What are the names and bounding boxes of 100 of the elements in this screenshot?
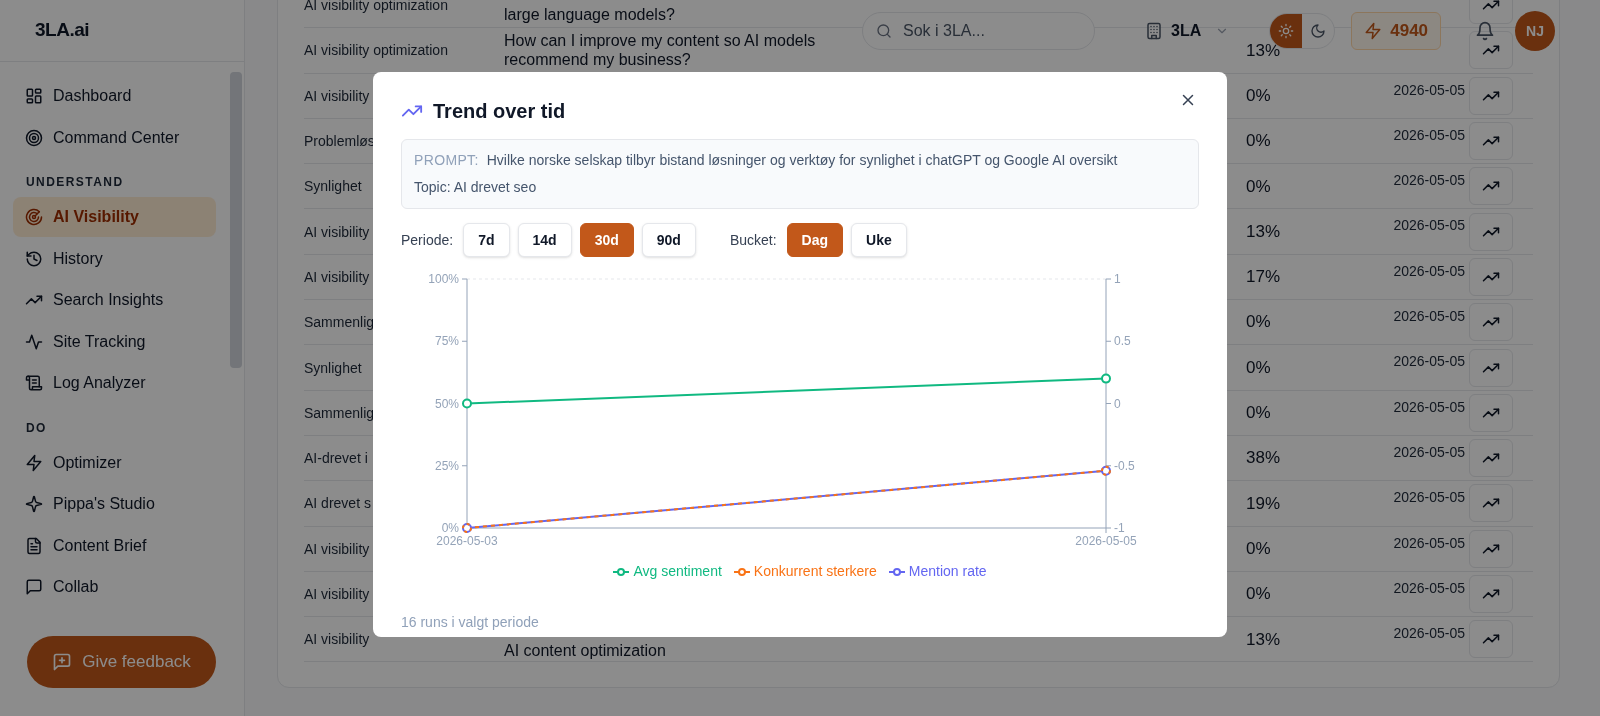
sidebar-item[interactable]: History <box>13 238 216 279</box>
trend-button[interactable] <box>1469 348 1513 387</box>
table-cell-text: 2026-05-05 <box>1393 261 1465 281</box>
filter-label: Bucket: <box>729 230 777 250</box>
pulse-icon <box>25 332 43 351</box>
sidebar-item[interactable]: Command Center <box>13 117 216 158</box>
bell-icon <box>1475 21 1496 41</box>
axis-label: 2026-05-03 <box>436 534 498 548</box>
period-button[interactable]: 90d <box>641 223 696 257</box>
axis-label: 0% <box>441 521 459 535</box>
section-heading: UNDERSTAND <box>25 174 125 191</box>
bucket-button[interactable]: Uke <box>851 223 907 257</box>
sidebar-item[interactable]: Search Insights <box>13 280 216 320</box>
axis-label: 2026-05-05 <box>1075 534 1137 548</box>
trend-button[interactable] <box>1469 212 1513 251</box>
radar-icon <box>25 208 43 226</box>
data-point <box>462 398 472 409</box>
data-point <box>1101 373 1111 384</box>
table-cell: AI visibility <box>304 268 370 285</box>
data-point <box>462 523 472 533</box>
section-heading: DO <box>25 419 48 437</box>
table-cell-text: 2026-05-05 <box>1393 488 1465 508</box>
axis-label: -1 <box>1114 521 1125 535</box>
table-cell-text: large language models? <box>504 5 676 25</box>
search-icon <box>876 23 892 39</box>
sidebar-item[interactable]: Pippa's Studio <box>13 484 216 524</box>
legend-label: Mention rate <box>908 562 987 581</box>
table-cell: 0% <box>1246 584 1271 604</box>
table-cell-text: 2026-05-05 <box>1393 352 1465 372</box>
sun-icon <box>1278 23 1295 39</box>
table-cell-text: 2026-05-05 <box>1393 624 1465 644</box>
table-cell: AI visibility optimization <box>304 0 448 14</box>
trend-button[interactable] <box>1469 76 1513 115</box>
dashboard-icon <box>25 87 43 105</box>
table-cell: Sammenlig <box>304 404 375 421</box>
trend-button[interactable] <box>1469 620 1513 659</box>
table-cell: 13% <box>1246 40 1281 60</box>
table-cell: AI-drevet i <box>304 450 368 467</box>
sidebar-item[interactable]: AI Visibility <box>13 197 216 237</box>
table-cell: 19% <box>1246 493 1281 513</box>
table-cell-text: 2026-05-05 <box>1393 80 1465 100</box>
trend-button[interactable] <box>1469 257 1513 296</box>
trend-button[interactable] <box>1469 575 1513 613</box>
table-cell-text: 2026-05-05 <box>1393 533 1465 553</box>
table-cell: AI visibility <box>304 586 370 602</box>
table-cell: Synlighet <box>304 359 362 376</box>
history-icon <box>25 249 43 268</box>
legend-label: Avg sentiment <box>633 562 722 581</box>
sidebar-item[interactable]: Site Tracking <box>13 321 216 362</box>
table-cell-text: 2026-05-05 <box>1393 171 1465 191</box>
trend-button[interactable] <box>1469 484 1513 523</box>
sidebar-item[interactable]: Collab <box>13 567 216 607</box>
axis-label: 100% <box>428 272 459 286</box>
target-icon <box>25 128 43 147</box>
table-cell: AI visibility <box>304 540 370 557</box>
table-cell: 38% <box>1246 448 1281 468</box>
logo: 3LA.ai <box>35 18 90 43</box>
sidebar-item[interactable]: Log Analyzer <box>13 363 216 403</box>
prompt-label: PROMPT: <box>414 151 479 170</box>
sparkle-icon <box>25 495 43 513</box>
feedback-button[interactable]: Give feedback <box>27 636 216 688</box>
trend-button[interactable] <box>1469 122 1513 161</box>
table-cell: AI drevet s <box>304 495 371 512</box>
trend-button[interactable] <box>1469 167 1513 206</box>
table-cell: 0% <box>1246 86 1271 105</box>
table-cell: 0% <box>1246 357 1271 377</box>
moon-icon <box>1310 23 1327 39</box>
trend-button[interactable] <box>1469 393 1513 432</box>
period-button[interactable]: 30d <box>579 223 634 257</box>
workspace-selector[interactable]: 3LA <box>1135 12 1240 50</box>
table-cell: Synlighet <box>304 178 362 195</box>
trend-button[interactable] <box>1469 31 1513 70</box>
sidebar-item[interactable]: Content Brief <box>13 525 216 566</box>
table-cell: 17% <box>1246 267 1281 287</box>
sidebar-item[interactable]: Optimizer <box>13 442 216 483</box>
period-button[interactable]: 14d <box>517 223 572 257</box>
table-cell: 0% <box>1246 538 1271 558</box>
axis-label: 0 <box>1114 396 1121 411</box>
legend-line-icon <box>613 566 630 577</box>
run-count: 16 runs i valgt periode <box>401 613 540 632</box>
period-button[interactable]: 7d <box>463 223 510 257</box>
table-cell: AI visibility <box>304 631 370 648</box>
trend-button[interactable] <box>1469 529 1513 568</box>
table-cell: 0% <box>1246 131 1271 151</box>
table-cell: AI visibility <box>304 223 370 240</box>
trend-button[interactable] <box>1469 439 1513 478</box>
table-cell-text: 2026-05-05 <box>1393 578 1465 598</box>
lightning-icon <box>25 453 43 472</box>
bucket-button[interactable]: Dag <box>786 223 844 257</box>
trend-button[interactable] <box>1469 303 1513 342</box>
prompt-text: Hvilke norske selskap tilbyr bistand løsninger og verktøy for synlighet i chatGPT og Google AI oversikt <box>486 151 1118 170</box>
search-field[interactable]: Sok i 3LA... <box>862 12 1095 50</box>
building-icon <box>1145 22 1163 40</box>
axis-label: 0.5 <box>1114 334 1131 349</box>
dialog-title: Trend over tid <box>433 99 566 124</box>
table-cell-text: 2026-05-05 <box>1393 442 1465 462</box>
legend-label: Konkurrent sterkere <box>753 562 877 581</box>
credits-button[interactable]: 4940 <box>1351 12 1442 50</box>
sidebar-item[interactable]: Dashboard <box>13 76 216 116</box>
topic-text: Topic: AI drevet seo <box>414 178 538 197</box>
